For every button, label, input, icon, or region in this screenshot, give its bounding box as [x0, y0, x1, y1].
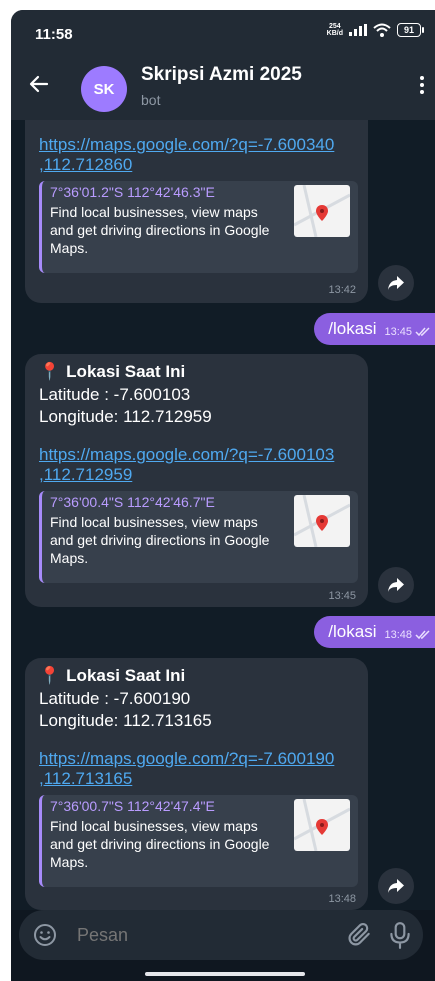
chat-area[interactable]: https://maps.google.com/?q=-7.600340 ,11… — [11, 120, 435, 910]
preview-description: Find local businesses, view maps and get… — [50, 818, 270, 870]
wifi-icon — [373, 23, 391, 37]
share-icon[interactable] — [378, 567, 414, 603]
message-time: 13:48 — [384, 629, 412, 641]
link-preview[interactable]: 7°36'01.2"S 112°42'46.3"E Find local bus… — [39, 181, 358, 273]
status-bar: 11:58 254 KB/d 91 — [11, 10, 435, 54]
outgoing-message[interactable]: /lokasi 13:45 — [314, 313, 435, 345]
attach-icon[interactable] — [347, 922, 373, 948]
maps-link[interactable]: https://maps.google.com/?q=-7.600340 ,11… — [39, 135, 364, 175]
message-time: 13:42 — [328, 284, 356, 296]
preview-description: Find local businesses, view maps and get… — [50, 204, 270, 256]
more-vert-icon[interactable] — [417, 76, 427, 100]
latitude-text: Latitude : -7.600103 — [39, 385, 191, 404]
share-icon[interactable] — [378, 265, 414, 301]
chat-header: SK Skripsi Azmi 2025 bot — [11, 54, 435, 120]
map-thumbnail — [294, 185, 350, 237]
preview-title: 7°36'00.7"S 112°42'47.4"E — [50, 798, 215, 814]
status-time: 11:58 — [35, 26, 73, 43]
message-bubble[interactable]: 📍 Lokasi Saat Ini Latitude : -7.600190 Lo… — [25, 658, 368, 910]
message-bubble[interactable]: https://maps.google.com/?q=-7.600340 ,11… — [25, 120, 368, 303]
longitude-text: Longitude: 112.712959 — [39, 407, 212, 426]
message-bubble[interactable]: 📍 Lokasi Saat Ini Latitude : -7.600103 Lo… — [25, 354, 368, 607]
phone-screen: 11:58 254 KB/d 91 SK Skripsi Azmi 2025 b… — [11, 10, 435, 981]
signal-icon — [349, 24, 367, 36]
double-check-icon — [415, 327, 430, 337]
emoji-icon[interactable] — [33, 923, 57, 947]
chat-subtitle: bot — [141, 92, 161, 108]
preview-title: 7°36'00.4"S 112°42'46.7"E — [50, 494, 215, 510]
map-thumbnail — [294, 495, 350, 547]
message-time: 13:45 — [384, 326, 412, 338]
mic-icon[interactable] — [387, 921, 413, 949]
avatar[interactable]: SK — [81, 66, 127, 112]
preview-description: Find local businesses, view maps and get… — [50, 514, 270, 566]
maps-link[interactable]: https://maps.google.com/?q=-7.600190 ,11… — [39, 749, 364, 789]
command-text: /lokasi — [328, 622, 377, 641]
preview-title: 7°36'01.2"S 112°42'46.3"E — [50, 184, 215, 200]
link-preview[interactable]: 7°36'00.4"S 112°42'46.7"E Find local bus… — [39, 491, 358, 583]
maps-link[interactable]: https://maps.google.com/?q=-7.600103 ,11… — [39, 445, 364, 485]
battery-icon: 91 — [397, 23, 424, 37]
share-icon[interactable] — [378, 868, 414, 904]
message-time: 13:48 — [328, 893, 356, 905]
map-thumbnail — [294, 799, 350, 851]
network-speed: 254 KB/d — [326, 23, 343, 37]
outgoing-message[interactable]: /lokasi 13:48 — [314, 616, 435, 648]
status-icons: 254 KB/d 91 — [326, 23, 424, 37]
chat-title[interactable]: Skripsi Azmi 2025 — [141, 64, 302, 86]
home-indicator[interactable] — [145, 972, 305, 976]
command-text: /lokasi — [328, 319, 377, 338]
message-time: 13:45 — [328, 590, 356, 602]
double-check-icon — [415, 630, 430, 640]
message-input[interactable] — [75, 924, 329, 947]
longitude-text: Longitude: 112.713165 — [39, 711, 212, 730]
message-title: 📍 Lokasi Saat Ini — [39, 666, 186, 685]
back-arrow-icon[interactable] — [27, 72, 51, 96]
message-input-bar — [19, 910, 423, 960]
pin-icon: 📍 — [39, 362, 61, 381]
link-preview[interactable]: 7°36'00.7"S 112°42'47.4"E Find local bus… — [39, 795, 358, 887]
latitude-text: Latitude : -7.600190 — [39, 689, 191, 708]
pin-icon: 📍 — [39, 666, 61, 685]
message-title: 📍 Lokasi Saat Ini — [39, 362, 186, 381]
